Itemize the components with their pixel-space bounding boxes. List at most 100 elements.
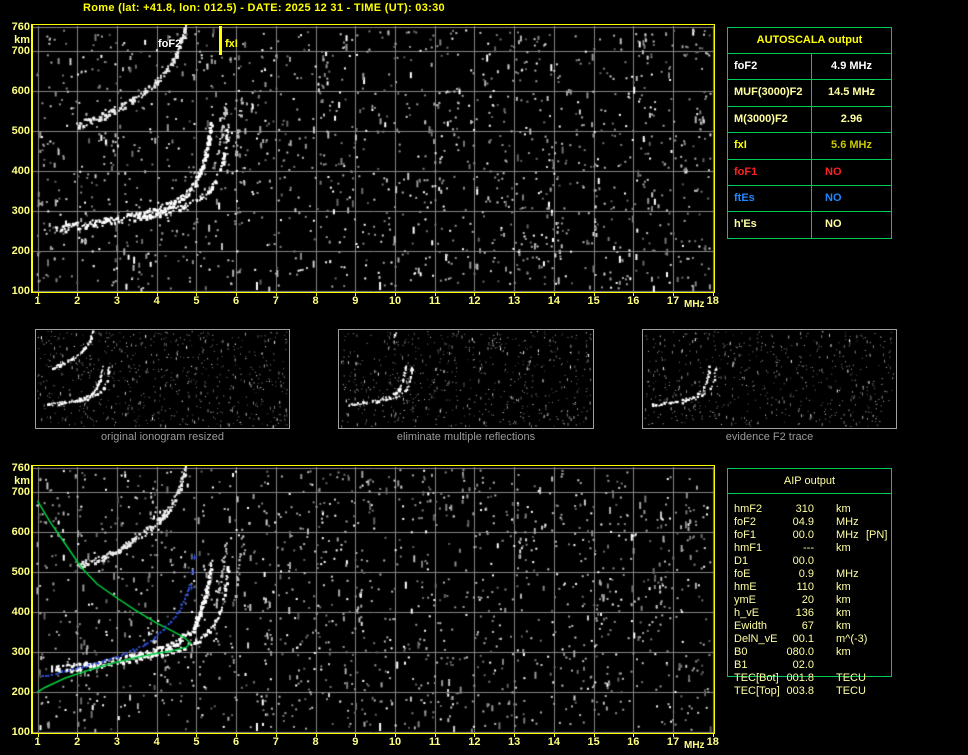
x-axis-unit: MHz	[684, 299, 705, 310]
x-tick-label: 15	[587, 736, 600, 748]
y-axis-unit: km	[14, 475, 30, 487]
aip-u: km	[836, 594, 851, 606]
x-tick-label: 5	[193, 736, 200, 748]
x-tick-label: 4	[153, 295, 160, 307]
aip-v: ---	[803, 542, 814, 554]
autoscala-output-title: AUTOSCALA output	[728, 28, 891, 54]
aip-u: km	[836, 503, 851, 515]
aip-output-title: AIP output	[728, 469, 891, 494]
aip-v: 04.9	[792, 516, 814, 528]
aip-row: hmE 110 km	[728, 581, 893, 594]
aip-u: m^(-3)	[836, 633, 868, 645]
aip-x: [PN]	[866, 529, 888, 541]
x-tick-label: 16	[627, 736, 640, 748]
x-tick-label: 7	[272, 295, 279, 307]
x-tick-label: 7	[272, 736, 279, 748]
aip-u: km	[836, 542, 851, 554]
aip-p: ymE	[734, 594, 756, 606]
aip-p: B0	[734, 646, 748, 658]
aip-u: km	[836, 646, 851, 658]
autoscala-row-value: 5.6 MHz	[831, 139, 872, 152]
foF2-annotation: foF2	[158, 38, 182, 50]
x-tick-label: 8	[312, 295, 319, 307]
aip-u: km	[836, 581, 851, 593]
y-tick-label: 700	[11, 486, 30, 498]
aip-u: MHz	[836, 568, 859, 580]
aip-row: hmF2 310 km	[728, 503, 893, 516]
aip-u: MHz	[836, 516, 859, 528]
aip-v: 67	[801, 620, 814, 632]
x-tick-label: 1	[34, 295, 41, 307]
autoscala-row: foF1 NO	[728, 159, 891, 186]
autoscala-row-label: fxI	[728, 133, 812, 159]
aip-p: hmE	[734, 581, 757, 593]
x-tick-label: 4	[153, 736, 160, 748]
x-tick-label: 8	[312, 736, 319, 748]
x-axis-unit: MHz	[684, 740, 705, 751]
y-tick-label: 500	[11, 125, 30, 137]
autoscala-row-label: M(3000)F2	[728, 106, 812, 133]
aip-row: TEC[Bot] 001.8 TECU	[728, 672, 893, 685]
x-tick-label: 14	[547, 736, 560, 748]
x-tick-label: 2	[74, 736, 81, 748]
aip-row: Ewidth 67 km	[728, 620, 893, 633]
aip-v: 310	[795, 503, 814, 515]
x-tick-label: 9	[352, 295, 359, 307]
aip-p: foF2	[734, 516, 757, 528]
fxI-marker-line	[219, 26, 222, 55]
thumbnail-caption-original: original ionogram resized	[101, 431, 224, 443]
aip-u: TECU	[836, 672, 866, 684]
x-tick-label: 13	[508, 736, 521, 748]
thumbnail-original-canvas	[36, 330, 289, 428]
autoscala-row: h'Es NO	[728, 212, 891, 239]
x-tick-label: 5	[193, 295, 200, 307]
autoscala-row-value: NO	[825, 191, 842, 204]
aip-p: B1	[734, 659, 748, 671]
y-tick-label: 400	[11, 606, 30, 618]
x-tick-label: 12	[468, 736, 481, 748]
y-tick-label: 100	[11, 726, 30, 738]
x-tick-label: 17	[666, 736, 680, 748]
y-tick-label: 700	[11, 45, 30, 57]
autoscala-row-value: 2.96	[840, 112, 863, 125]
y-tick-label: 300	[11, 646, 30, 658]
x-tick-label: 16	[627, 295, 640, 307]
profile-ionogram-canvas	[33, 466, 714, 733]
x-tick-label: 12	[468, 295, 481, 307]
fxI-annotation: fxI	[225, 38, 238, 50]
y-tick-label: 300	[11, 205, 30, 217]
autoscala-row-label: foF1	[728, 159, 812, 185]
thumbnail-eliminate-multiples	[338, 329, 594, 429]
aip-output-rows: hmF2 310 km foF2 04.9 MHz foF1 00.0 MHz [PN] hmF1-…	[728, 503, 893, 698]
x-tick-label: 2	[74, 295, 81, 307]
x-tick-label: 9	[352, 736, 359, 748]
aip-v: 136	[795, 607, 814, 619]
thumbnail-caption-evidence: evidence F2 trace	[725, 431, 814, 443]
aip-v: 080.0	[786, 646, 814, 658]
x-tick-label: 6	[233, 736, 240, 748]
y-tick-label: 100	[11, 285, 30, 297]
aip-row: ymE 20 km	[728, 594, 893, 607]
autoscala-row-value: NO	[825, 165, 842, 178]
autoscala-row-value: 4.9 MHz	[831, 60, 872, 72]
aip-v: 20	[801, 594, 814, 606]
aip-row: D1 00.0	[728, 555, 893, 568]
aip-v: 00.0	[792, 529, 814, 541]
autoscala-row-value: 14.5 MHz	[827, 86, 876, 99]
x-tick-label: 15	[587, 295, 600, 307]
aip-u: km	[836, 607, 851, 619]
aip-v: 003.8	[786, 685, 814, 697]
aip-v: 0.9	[798, 568, 814, 580]
thumbnail-f2-evidence	[642, 329, 897, 429]
thumbnail-caption-eliminate: eliminate multiple reflections	[396, 431, 536, 443]
y-tick-label: 200	[11, 245, 30, 257]
autoscala-row: foF2 4.9 MHz	[728, 54, 891, 81]
autoscala-row-label: MUF(3000)F2	[728, 80, 812, 106]
autoscala-row-value: NO	[825, 218, 842, 231]
y-tick-label: 200	[11, 686, 30, 698]
aip-row: foF2 04.9 MHz	[728, 516, 893, 529]
thumbnail-original-ionogram	[35, 329, 290, 429]
y-axis-unit: km	[14, 34, 30, 46]
aip-row: TEC[Top] 003.8 TECU	[728, 685, 893, 698]
y-tick-label: 760	[11, 21, 30, 33]
